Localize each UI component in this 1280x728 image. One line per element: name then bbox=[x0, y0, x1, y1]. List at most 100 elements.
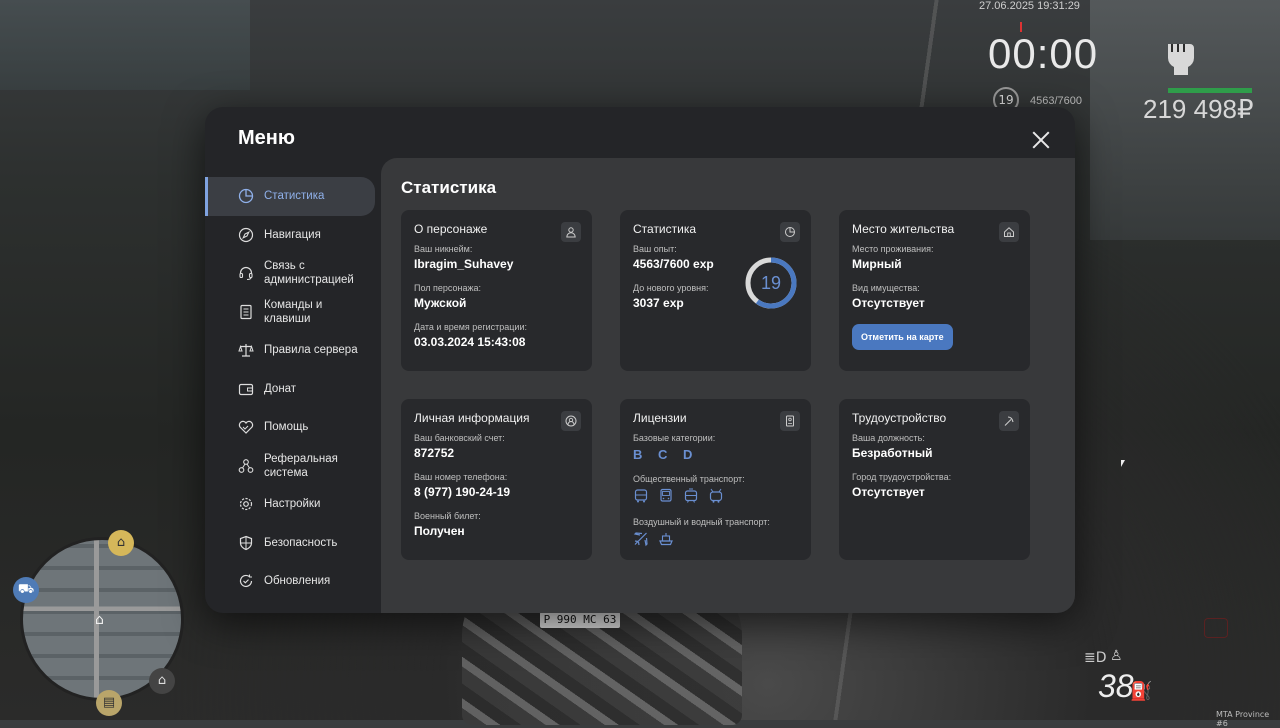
menu-title: Меню bbox=[238, 127, 295, 149]
health-bar bbox=[1168, 88, 1252, 93]
sidebar-item-label: Правила сервера bbox=[264, 344, 358, 357]
sidebar: Статистика Навигация Связь с администрац… bbox=[205, 177, 381, 601]
sidebar-item-help[interactable]: Помощь bbox=[205, 408, 381, 447]
pickaxe-icon bbox=[999, 411, 1019, 431]
hud-exp: 4563/7600 bbox=[1030, 95, 1082, 107]
card-statistics: Статистика Ваш опыт: 4563/7600 exp До но… bbox=[620, 210, 811, 371]
bus-front-icon bbox=[658, 488, 674, 504]
registration-value: 03.03.2024 15:43:08 bbox=[414, 335, 526, 349]
shop-icon: ▤ bbox=[96, 690, 122, 716]
fist-icon bbox=[1168, 44, 1194, 75]
position-value: Безработный bbox=[852, 446, 933, 460]
background-building bbox=[0, 0, 250, 90]
sidebar-item-donate[interactable]: Донат bbox=[205, 370, 381, 409]
field-label: Дата и время регистрации: bbox=[414, 322, 527, 332]
sidebar-item-label: Настройки bbox=[264, 498, 321, 511]
server-name: MTA Province #6 bbox=[1216, 710, 1270, 728]
plane-icon bbox=[633, 531, 649, 547]
sidebar-item-label: Команды и клавиши bbox=[264, 298, 323, 325]
user-circle-icon bbox=[561, 411, 581, 431]
headset-icon bbox=[238, 265, 254, 281]
license-categories: B C D bbox=[633, 447, 699, 462]
sidebar-item-updates[interactable]: Обновления bbox=[205, 562, 381, 601]
close-button[interactable] bbox=[1028, 127, 1054, 153]
page-title: Статистика bbox=[401, 178, 497, 197]
ship-icon bbox=[658, 531, 674, 547]
field-label: Ваш опыт: bbox=[633, 244, 677, 254]
sidebar-item-referral[interactable]: Реферальная система bbox=[205, 447, 381, 486]
employment-city-value: Отсутствует bbox=[852, 485, 925, 499]
air-water-transport-icons bbox=[633, 531, 798, 547]
mark-on-map-button[interactable]: Отметить на карте bbox=[852, 324, 953, 350]
sidebar-item-label: Навигация bbox=[264, 228, 321, 241]
sidebar-item-label: Помощь bbox=[264, 421, 309, 434]
sidebar-item-security[interactable]: Безопасность bbox=[205, 524, 381, 563]
sidebar-item-navigation[interactable]: Навигация bbox=[205, 216, 381, 255]
field-label: Ваш банковский счет: bbox=[414, 433, 505, 443]
sidebar-item-label: Связь с администрацией bbox=[264, 260, 354, 287]
sidebar-item-label: Донат bbox=[264, 382, 297, 395]
fuel-icon: ⛽ bbox=[1130, 681, 1153, 702]
sidebar-item-statistics[interactable]: Статистика bbox=[205, 177, 375, 216]
sidebar-item-label: Безопасность bbox=[264, 536, 338, 549]
wallet-icon bbox=[238, 381, 254, 397]
player-home-icon: ⌂ bbox=[95, 612, 104, 628]
refresh-check-icon bbox=[238, 573, 254, 589]
sidebar-item-settings[interactable]: Настройки bbox=[205, 485, 381, 524]
field-label: Город трудоустройства: bbox=[852, 472, 952, 482]
menu-window: Меню Статистика Навигация Связь с админи… bbox=[205, 107, 1075, 613]
hud-money: 219 498₽ bbox=[1143, 94, 1254, 124]
card-licenses: Лицензии Базовые категории: B C D Общест… bbox=[620, 399, 811, 560]
scales-icon bbox=[238, 342, 254, 358]
pie-chart-icon bbox=[238, 188, 254, 204]
card-personal-info: Личная информация Ваш банковский счет: 8… bbox=[401, 399, 592, 560]
public-transport-icons bbox=[633, 488, 798, 504]
field-label: Базовые категории: bbox=[633, 433, 716, 443]
tram-icon bbox=[683, 488, 699, 504]
sidebar-item-label: Обновления bbox=[264, 575, 331, 588]
license-plate: Р 990 МС 63 bbox=[540, 612, 620, 628]
property-value: Отсутствует bbox=[852, 296, 925, 310]
field-label: Военный билет: bbox=[414, 511, 481, 521]
sidebar-item-rules[interactable]: Правила сервера bbox=[205, 331, 381, 370]
heart-handshake-icon bbox=[238, 419, 254, 435]
compass-icon bbox=[238, 227, 254, 243]
card-title: Трудоустройство bbox=[852, 411, 947, 425]
field-label: Ваш номер телефона: bbox=[414, 472, 508, 482]
level-value: 19 bbox=[760, 273, 782, 293]
license-card-icon bbox=[780, 411, 800, 431]
bus-icon bbox=[633, 488, 649, 504]
mouse-cursor bbox=[1121, 460, 1125, 467]
phone-value: 8 (977) 190-24-19 bbox=[414, 485, 511, 499]
card-title: Место жительства bbox=[852, 222, 955, 236]
sidebar-item-commands[interactable]: Команды и клавиши bbox=[205, 293, 381, 332]
card-title: Личная информация bbox=[414, 411, 530, 425]
sidebar-item-admin-contact[interactable]: Связь с администрацией bbox=[205, 254, 381, 293]
user-icon bbox=[561, 222, 581, 242]
military-id-value: Получен bbox=[414, 524, 465, 538]
pie-chart-icon bbox=[780, 222, 800, 242]
hud-datetime: 27.06.2025 19:31:29 bbox=[979, 0, 1080, 12]
card-title: О персонаже bbox=[414, 222, 488, 236]
field-label: Ваш никнейм: bbox=[414, 244, 473, 254]
sidebar-item-label: Реферальная система bbox=[264, 452, 338, 479]
gear-icon bbox=[238, 496, 254, 512]
bank-account-value: 872752 bbox=[414, 446, 455, 460]
card-character: О персонаже Ваш никнейм: Ibragim_Suhavey… bbox=[401, 210, 592, 371]
field-label: Воздушный и водный транспорт: bbox=[633, 517, 770, 527]
seatbelt-icon: ♙ bbox=[1110, 648, 1123, 664]
content-panel: Статистика О персонаже Ваш никнейм: Ibra… bbox=[381, 158, 1075, 613]
shield-icon bbox=[238, 535, 254, 551]
field-label: Пол персонажа: bbox=[414, 283, 482, 293]
field-label: Место проживания: bbox=[852, 244, 934, 254]
hud-timer: 00:00 bbox=[988, 30, 1099, 77]
document-icon bbox=[238, 304, 254, 320]
car-marker-icon: ⛟ bbox=[13, 577, 39, 603]
field-label: Ваша должность: bbox=[852, 433, 925, 443]
card-title: Статистика bbox=[633, 222, 697, 236]
home-icon bbox=[999, 222, 1019, 242]
taxi-icon: ⌂ bbox=[108, 530, 134, 556]
residence-value: Мирный bbox=[852, 257, 902, 271]
people-network-icon bbox=[238, 458, 254, 474]
card-employment: Трудоустройство Ваша должность: Безработ… bbox=[839, 399, 1030, 560]
